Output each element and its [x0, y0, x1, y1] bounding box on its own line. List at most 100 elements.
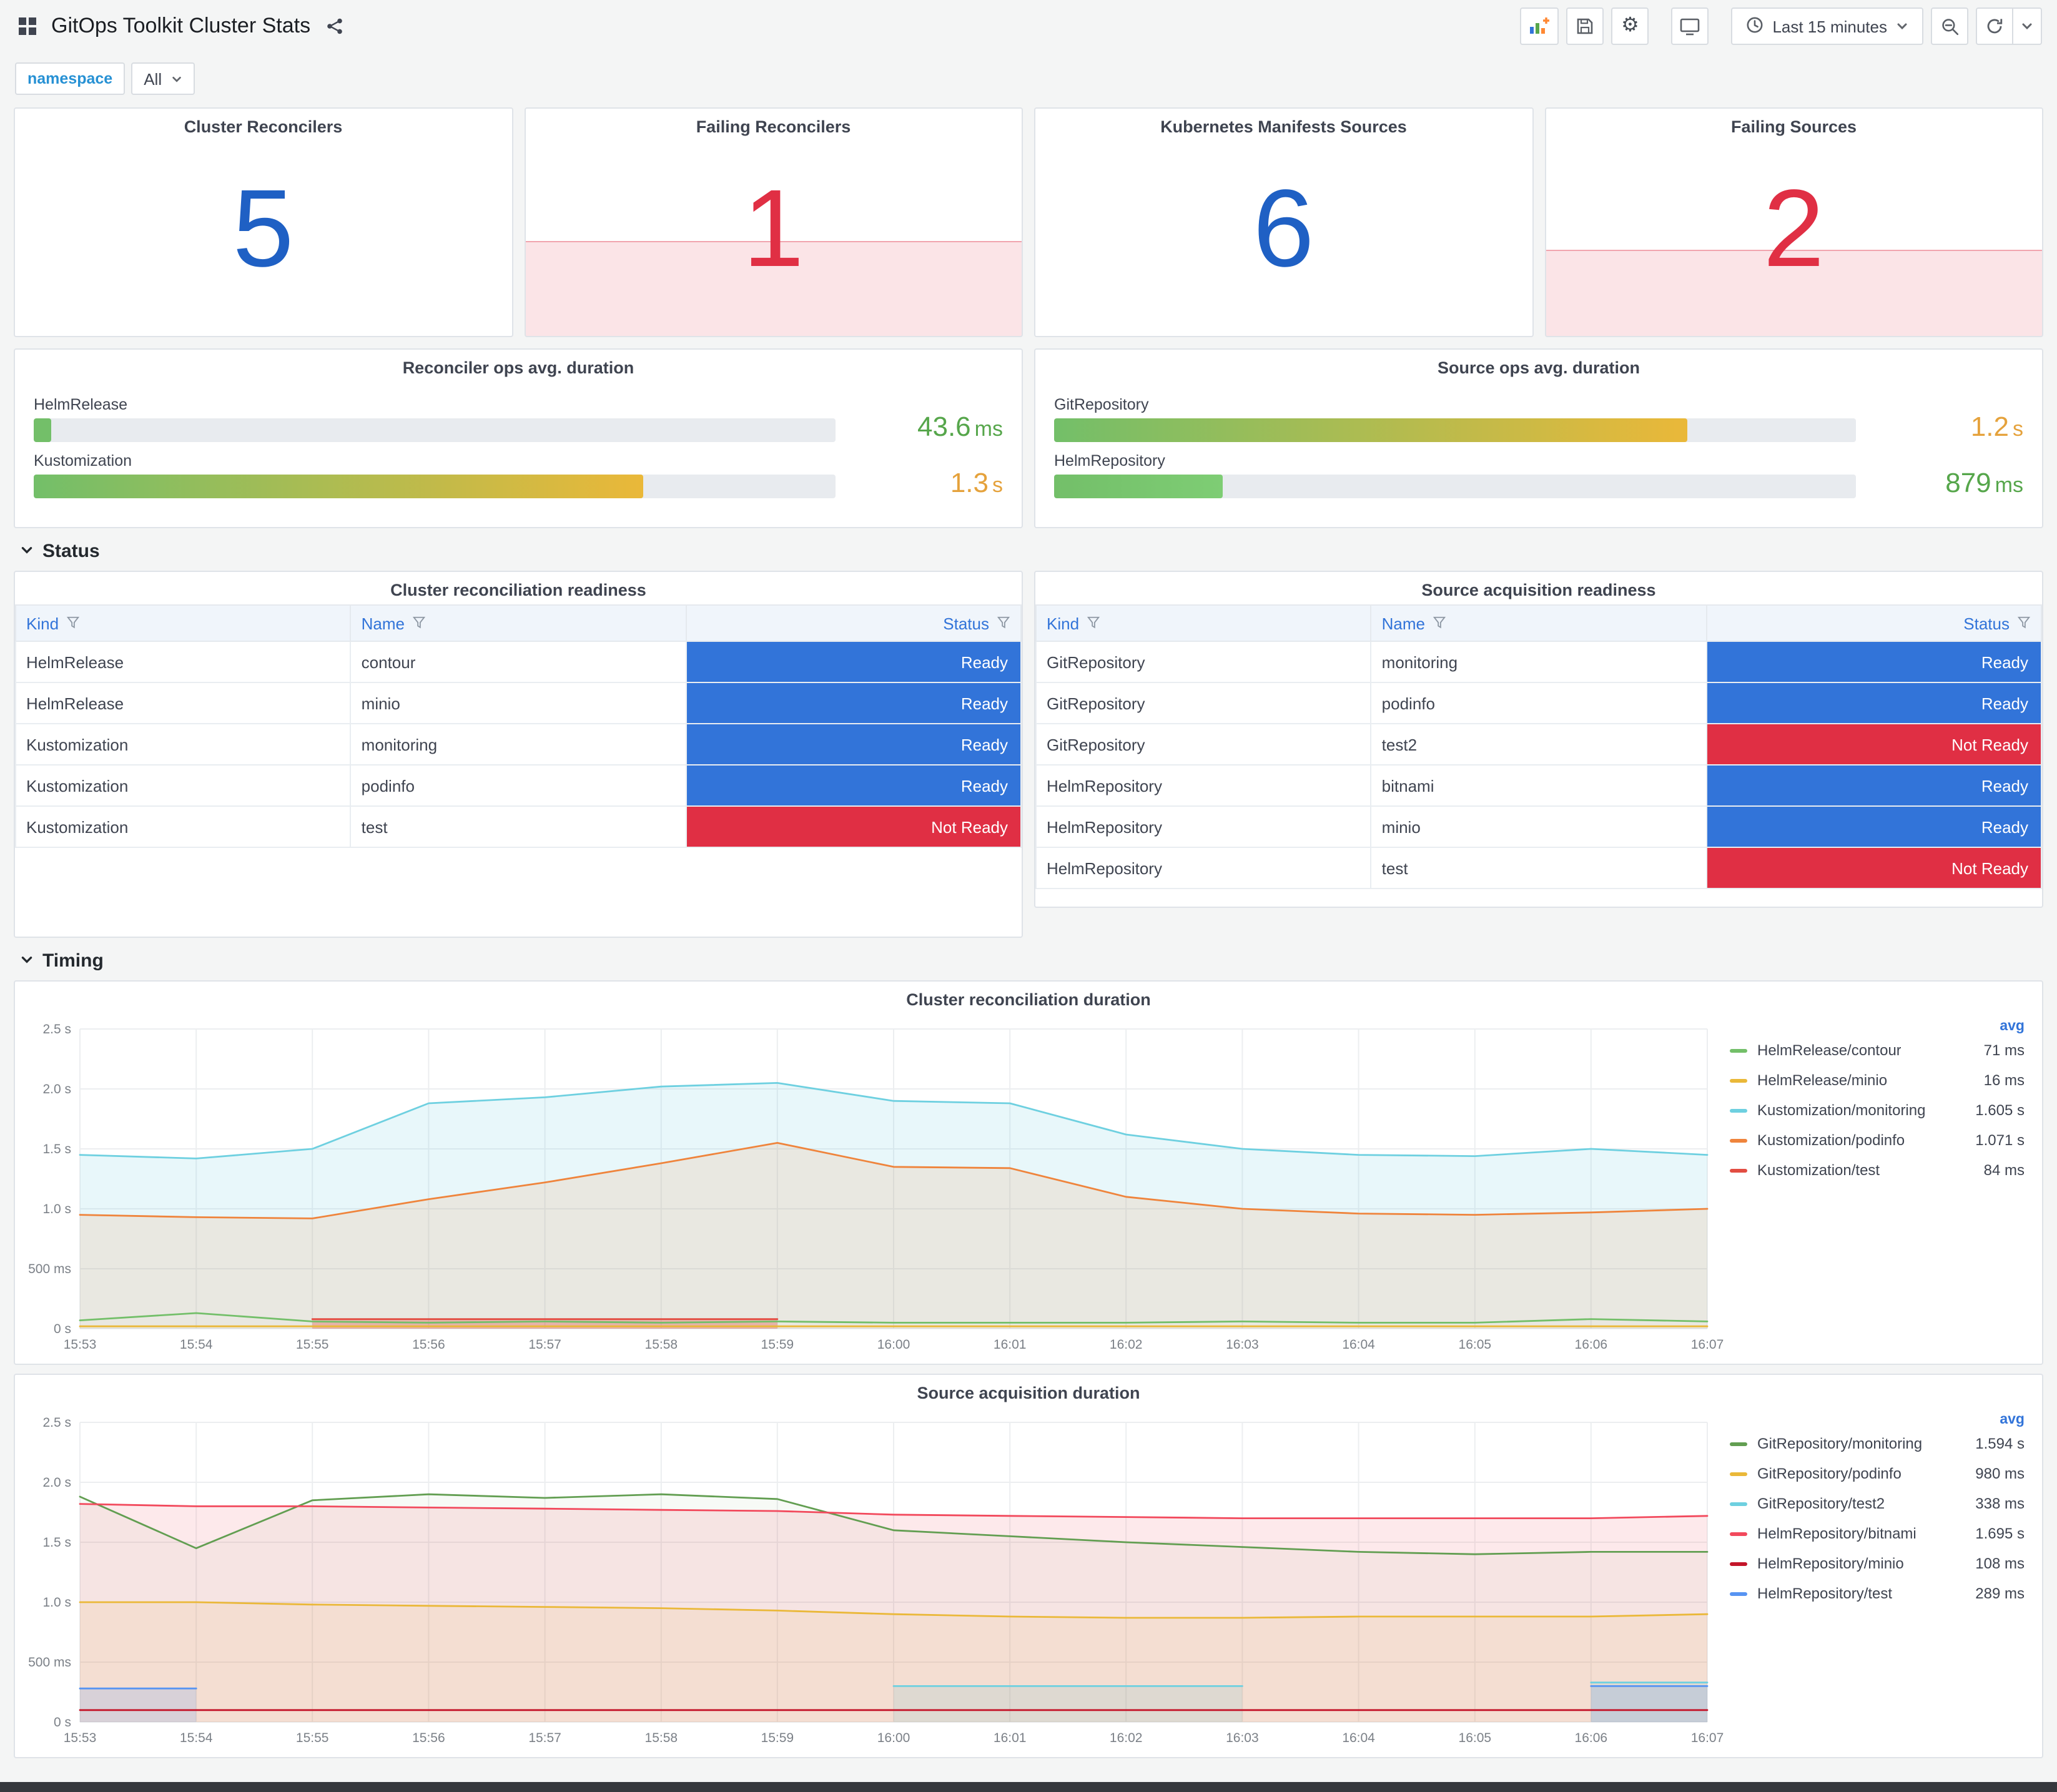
series-name: HelmRelease/contour: [1757, 1041, 1902, 1059]
tv-mode-button[interactable]: [1671, 7, 1709, 45]
table-row: Kustomization test Not Ready: [15, 805, 1022, 848]
svg-text:16:03: 16:03: [1226, 1337, 1259, 1352]
gauge-value: 43.6 ms: [917, 410, 1003, 442]
column-header-name[interactable]: Name: [350, 604, 687, 642]
column-header-kind[interactable]: Kind: [15, 604, 352, 642]
legend-item-gitrepository-monitoring[interactable]: GitRepository/monitoring 1.594 s: [1730, 1429, 2025, 1459]
cell-status: Ready: [1705, 682, 2042, 724]
panel-title[interactable]: Source acquisition duration: [15, 1375, 2042, 1407]
chart-plot-area[interactable]: 15:53 15:54 15:55 15:56 15:57 15:58 15:59 16:00…: [20, 1410, 1725, 1752]
legend-item-kustomization-test[interactable]: Kustomization/test 84 ms: [1730, 1155, 2025, 1185]
svg-text:16:07: 16:07: [1691, 1337, 1724, 1352]
column-header-name[interactable]: Name: [1370, 604, 1707, 642]
svg-text:0 s: 0 s: [54, 1322, 71, 1336]
svg-text:15:55: 15:55: [296, 1337, 329, 1352]
chart-plot-area[interactable]: 15:53 15:54 15:55 15:56 15:57 15:58 15:59 16:00…: [20, 1017, 1725, 1359]
readiness-table: Kind Name Status HelmRelease contour Ready Hel…: [15, 604, 1022, 848]
cell-name: bitnami: [1370, 764, 1707, 807]
gauge-panel-source-ops-avg-duration: Source ops avg. duration GitRepository 1.2…: [1034, 348, 2043, 528]
chart-legend: avg GitRepository/monitoring 1.594 s GitRep…: [1725, 1410, 2040, 1752]
cell-name: monitoring: [1370, 641, 1707, 683]
status-badge: Ready: [686, 724, 1020, 764]
gauge-row-helmrelease: HelmRelease 43.6 ms: [34, 396, 1003, 442]
readiness-tables-row: Cluster reconciliation readiness Kind Name…: [14, 571, 2043, 938]
svg-text:15:59: 15:59: [761, 1337, 794, 1352]
panel-title[interactable]: Cluster reconciliation readiness: [15, 572, 1022, 604]
svg-text:16:00: 16:00: [877, 1337, 910, 1352]
panel-title[interactable]: Source ops avg. duration: [1035, 350, 2042, 382]
add-panel-button[interactable]: [1520, 7, 1559, 45]
legend-item-helmrelease-contour[interactable]: HelmRelease/contour 71 ms: [1730, 1035, 2025, 1065]
svg-text:16:01: 16:01: [994, 1337, 1027, 1352]
filter-funnel-icon[interactable]: [2017, 614, 2031, 633]
cell-name: test: [350, 805, 687, 848]
variable-namespace-dropdown[interactable]: All: [131, 62, 195, 95]
chart-canvas[interactable]: 15:53 15:54 15:55 15:56 15:57 15:58 15:59 16:00…: [20, 1017, 1725, 1359]
legend-item-gitrepository-test2[interactable]: GitRepository/test2 338 ms: [1730, 1489, 2025, 1519]
section-status-toggle[interactable]: Status: [20, 541, 2057, 562]
chart-canvas[interactable]: 15:53 15:54 15:55 15:56 15:57 15:58 15:59 16:00…: [20, 1410, 1725, 1752]
panel-title[interactable]: Cluster reconciliation duration: [15, 982, 2042, 1014]
save-dashboard-button[interactable]: [1566, 7, 1604, 45]
page-title: GitOps Toolkit Cluster Stats: [51, 14, 311, 37]
gauge-rows: HelmRelease 43.6 ms Kustomization 1.3 s: [15, 382, 1022, 498]
column-header-status[interactable]: Status: [685, 604, 1022, 642]
settings-button[interactable]: ⚙: [1611, 7, 1649, 45]
status-badge: Ready: [1707, 766, 2041, 805]
panel-title[interactable]: Reconciler ops avg. duration: [15, 350, 1022, 382]
series-avg-value: 980 ms: [1975, 1465, 2025, 1482]
gear-icon: ⚙: [1621, 15, 1639, 36]
panel-title[interactable]: Failing Sources: [1546, 109, 2042, 141]
status-badge: Ready: [686, 766, 1020, 805]
bottom-dark-bar: [0, 1782, 2057, 1792]
legend-item-gitrepository-podinfo[interactable]: GitRepository/podinfo 980 ms: [1730, 1459, 2025, 1489]
time-range-picker[interactable]: Last 15 minutes: [1731, 7, 1923, 45]
legend-item-helmrelease-minio[interactable]: HelmRelease/minio 16 ms: [1730, 1065, 2025, 1095]
filter-funnel-icon[interactable]: [66, 614, 80, 633]
section-timing-toggle[interactable]: Timing: [20, 950, 2057, 972]
stat-value: 6: [1253, 166, 1315, 290]
legend-item-kustomization-podinfo[interactable]: Kustomization/podinfo 1.071 s: [1730, 1125, 2025, 1155]
column-header-kind[interactable]: Kind: [1035, 604, 1372, 642]
refresh-interval-caret[interactable]: [2012, 7, 2042, 45]
gauge-label: HelmRepository: [1054, 452, 1165, 470]
svg-text:15:54: 15:54: [180, 1731, 213, 1745]
legend-item-helmrepository-minio[interactable]: HelmRepository/minio 108 ms: [1730, 1548, 2025, 1578]
panel-title[interactable]: Source acquisition readiness: [1035, 572, 2042, 604]
cell-status: Not Ready: [1705, 723, 2042, 766]
filter-funnel-icon[interactable]: [412, 614, 426, 633]
filter-funnel-icon[interactable]: [1433, 614, 1446, 633]
cell-status: Ready: [685, 641, 1022, 683]
legend-item-helmrepository-bitnami[interactable]: HelmRepository/bitnami 1.695 s: [1730, 1519, 2025, 1548]
panel-title[interactable]: Cluster Reconcilers: [15, 109, 511, 141]
series-name: GitRepository/podinfo: [1757, 1465, 1902, 1482]
legend-item-helmrepository-test[interactable]: HelmRepository/test 289 ms: [1730, 1578, 2025, 1608]
section-timing-label: Timing: [42, 950, 104, 972]
gauge-row-helmrepository: HelmRepository 879 ms: [1054, 452, 2023, 498]
legend-item-kustomization-monitoring[interactable]: Kustomization/monitoring 1.605 s: [1730, 1095, 2025, 1125]
panel-title[interactable]: Kubernetes Manifests Sources: [1035, 109, 1532, 141]
grafana-dashboard: GitOps Toolkit Cluster Stats ⚙ Last 15 m…: [0, 0, 2057, 1792]
filter-funnel-icon[interactable]: [997, 614, 1010, 633]
legend-avg-header[interactable]: avg: [1730, 1019, 2025, 1034]
chevron-down-icon: [170, 69, 182, 88]
refresh-button[interactable]: [1976, 7, 2013, 45]
dashboard-grid-icon[interactable]: [15, 7, 40, 45]
svg-text:2.5 s: 2.5 s: [42, 1415, 71, 1430]
legend-avg-header[interactable]: avg: [1730, 1412, 2025, 1427]
chevron-down-icon: [20, 950, 34, 972]
cell-kind: HelmRepository: [1035, 764, 1372, 807]
share-icon[interactable]: [322, 7, 347, 45]
clock-icon: [1746, 16, 1763, 37]
gauge-bar: [1054, 418, 1688, 442]
cell-kind: HelmRepository: [1035, 847, 1372, 889]
svg-text:500 ms: 500 ms: [28, 1655, 71, 1670]
zoom-out-button[interactable]: [1931, 7, 1968, 45]
column-header-status[interactable]: Status: [1705, 604, 2042, 642]
series-avg-value: 1.605 s: [1975, 1101, 2025, 1119]
svg-text:1.0 s: 1.0 s: [42, 1595, 71, 1610]
stat-value: 2: [1763, 166, 1825, 290]
filter-funnel-icon[interactable]: [1087, 614, 1100, 633]
panel-title[interactable]: Failing Reconcilers: [525, 109, 1022, 141]
series-name: Kustomization/podinfo: [1757, 1131, 1905, 1149]
